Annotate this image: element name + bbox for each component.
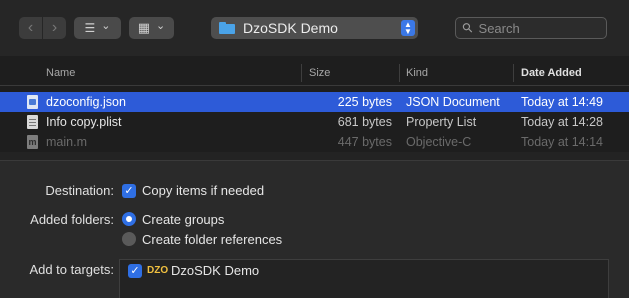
file-kind: Property List: [406, 115, 477, 129]
add-to-targets-label: Add to targets:: [29, 262, 114, 277]
copy-items-label[interactable]: Copy items if needed: [142, 183, 264, 198]
list-icon: ☰: [84, 21, 96, 35]
destination-label: Destination:: [45, 183, 114, 198]
folder-icon: [219, 22, 235, 34]
table-row[interactable]: Info copy.plist 681 bytes Property List …: [0, 112, 629, 132]
search-icon: ⚲: [458, 18, 477, 37]
table-row[interactable]: m main.m 447 bytes Objective-C Today at …: [0, 132, 629, 152]
chevron-left-icon: ‹: [27, 19, 34, 36]
location-label: DzoSDK Demo: [243, 20, 338, 36]
add-files-dialog: ‹ › ☰ ⌄ ▦ ⌄ DzoSDK Demo ▲▼ ⚲ Name: [0, 0, 629, 298]
create-groups-radio[interactable]: [122, 212, 136, 226]
app-target-icon: DZO: [147, 265, 169, 276]
table-row[interactable]: dzoconfig.json 225 bytes JSON Document T…: [0, 92, 629, 112]
json-file-icon: [27, 95, 38, 109]
forward-button[interactable]: ›: [43, 17, 66, 39]
options-pane: Destination: ✓ Copy items if needed Adde…: [0, 160, 629, 298]
copy-items-checkbox[interactable]: ✓: [122, 184, 136, 198]
list-view-button[interactable]: ☰ ⌄: [74, 17, 121, 39]
column-header-kind[interactable]: Kind: [406, 67, 428, 79]
file-date: Today at 14:49: [521, 95, 604, 109]
create-folder-references-label[interactable]: Create folder references: [142, 232, 282, 247]
file-size: 681 bytes: [337, 115, 392, 129]
file-size: 225 bytes: [337, 95, 392, 109]
plist-file-icon: [27, 115, 38, 129]
search-field[interactable]: ⚲: [455, 17, 607, 39]
chevron-right-icon: ›: [51, 19, 58, 36]
back-button[interactable]: ‹: [19, 17, 42, 39]
column-header-size[interactable]: Size: [309, 67, 330, 79]
file-list[interactable]: Name Size Kind Date Added dzoconfig.json…: [0, 56, 629, 160]
targets-list: ✓ DZO DzoSDK Demo: [119, 259, 609, 298]
toolbar: ‹ › ☰ ⌄ ▦ ⌄ DzoSDK Demo ▲ ▼ ⚲: [0, 0, 629, 56]
file-name: Info copy.plist: [46, 115, 122, 129]
file-date: Today at 14:14: [521, 135, 604, 149]
search-input[interactable]: [478, 20, 599, 36]
chevron-down-icon: ⌄: [101, 20, 111, 32]
stepper-icon: ▲ ▼: [401, 20, 415, 36]
file-name: dzoconfig.json: [46, 95, 126, 109]
file-size: 447 bytes: [337, 135, 392, 149]
location-popup[interactable]: DzoSDK Demo ▲ ▼: [211, 17, 418, 39]
target-name: DzoSDK Demo: [171, 263, 260, 278]
grid-icon: ▦: [137, 20, 151, 35]
column-header-name[interactable]: Name: [46, 67, 75, 79]
column-header-date-added[interactable]: Date Added: [521, 67, 582, 79]
grid-view-button[interactable]: ▦ ⌄: [129, 17, 174, 39]
file-date: Today at 14:28: [521, 115, 604, 129]
create-folder-references-radio[interactable]: [122, 232, 136, 246]
column-header-row: Name Size Kind Date Added: [0, 60, 629, 86]
target-checkbox[interactable]: ✓: [128, 264, 142, 278]
file-name: main.m: [46, 135, 87, 149]
partial-row: [0, 152, 629, 160]
file-kind: Objective-C: [406, 135, 472, 149]
file-kind: JSON Document: [406, 95, 500, 109]
chevron-down-icon: ⌄: [156, 20, 166, 32]
added-folders-label: Added folders:: [30, 212, 114, 227]
objc-file-icon: m: [27, 135, 38, 149]
create-groups-label[interactable]: Create groups: [142, 212, 224, 227]
